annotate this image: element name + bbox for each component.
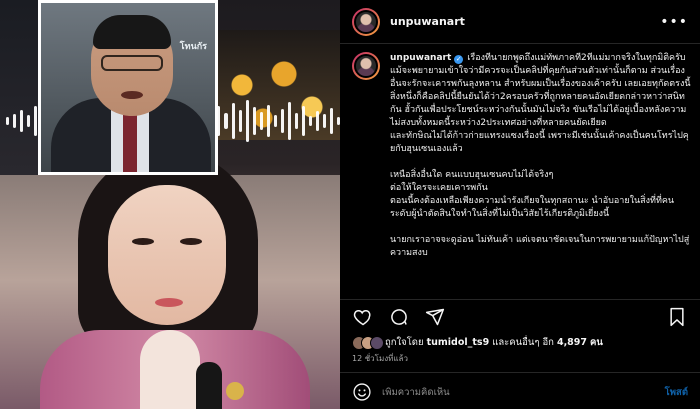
man-glasses [101,55,163,71]
emoji-icon[interactable] [352,382,372,402]
likes-summary: ถูกใจโดย tumidol_ts9 และคนอื่นๆ อีก 4,89… [352,335,688,350]
more-options-icon[interactable]: ••• [660,14,688,30]
post-panel: unpuwanart ••• unpuwanart ✓ เรื่องที่นายกพ… [340,0,700,409]
woman-eye-right [180,238,202,245]
post-media[interactable]: โทนกัร [0,0,340,409]
share-icon[interactable] [424,306,446,328]
verified-badge-icon: ✓ [454,55,464,64]
caption-avatar[interactable] [352,52,380,80]
liker-avatars[interactable] [352,335,384,350]
post-comment-button[interactable]: โพสต์ [665,385,688,400]
liked-by-prefix: ถูกใจโดย [385,337,424,348]
woman-eye-left [132,238,154,245]
caption-text-1: เรื่องที่นายกพูดถึงแม่ทัพภาคที่2ที่แม่มา… [390,53,691,154]
liked-by-user[interactable]: tumidol_ts9 [427,337,490,348]
inset-photo: โทนกัร [38,0,218,175]
post-caption: unpuwanart ✓ เรื่องที่นายกพูดถึงแม่ทัพภาคท… [352,52,694,294]
man-hair [93,15,171,49]
inset-watermark: โทนกัร [179,42,207,52]
man-mouth [121,91,143,99]
like-count[interactable]: 4,897 [557,337,587,348]
brooch [226,382,244,400]
caption-paragraph-1: unpuwanart ✓ เรื่องที่นายกพูดถึงแม่ทัพภาคท… [390,52,694,156]
divider [340,299,700,300]
avatar[interactable] [352,7,380,36]
comment-input[interactable] [382,386,665,398]
bookmark-icon[interactable] [666,306,688,328]
caption-paragraph-2: เหนือสิ่งอื่นใด คนแบบฮุนเซนคบไม่ได้จริงๆ… [390,170,675,219]
heart-icon[interactable] [352,306,374,328]
caption-username[interactable]: unpuwanart [390,53,451,63]
liked-by-suffix: และคนอื่นๆ อีก [492,337,554,348]
post-timestamp[interactable]: 12 ชั่วโมงที่แล้ว [352,352,408,365]
comment-icon[interactable] [388,306,410,328]
header-username[interactable]: unpuwanart [390,15,465,28]
woman-lips [155,298,183,307]
post-header: unpuwanart ••• [340,0,700,44]
divider [340,372,700,373]
caption-paragraph-3: นายกเราอาจจะดูอ่อน ไม่ทันเค้า แต่เจตนาชั… [390,235,690,258]
comment-bar: โพสต์ [352,378,688,406]
action-bar [352,305,688,329]
caption-body: unpuwanart ✓ เรื่องที่นายกพูดถึงแม่ทัพภาคท… [390,52,694,294]
man-tie [123,111,137,172]
woman-neck [140,330,200,409]
microphone [196,362,222,409]
like-unit: คน [590,337,603,348]
